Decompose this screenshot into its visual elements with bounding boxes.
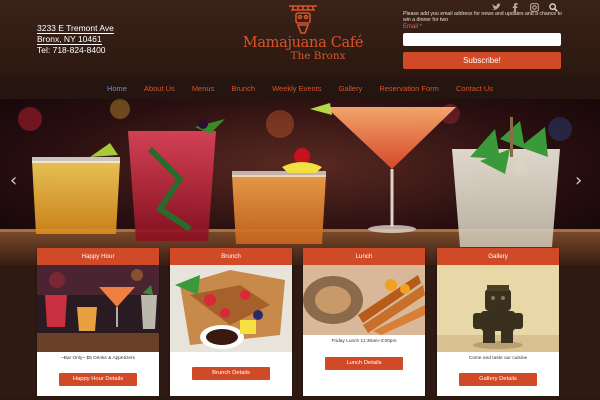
main-nav: Home About Us Menus Brunch Weekly Events… xyxy=(0,77,600,99)
hero-slider[interactable]: ‹ › xyxy=(0,99,600,265)
card-title: Happy Hour xyxy=(37,248,159,265)
subscribe-button[interactable]: Subscribe! xyxy=(403,52,561,69)
nav-reservation-form[interactable]: Reservation Form xyxy=(371,84,448,93)
nav-weekly-events[interactable]: Weekly Events xyxy=(264,84,330,93)
nav-brunch[interactable]: Brunch xyxy=(223,84,264,93)
nav-home[interactable]: Home xyxy=(98,84,135,93)
card-gallery: Gallery Come and taste our cuisine Galle… xyxy=(437,248,559,396)
email-field[interactable] xyxy=(403,33,561,46)
hero-cocktails-image xyxy=(0,99,600,265)
street-address[interactable]: 3233 E Tremont Ave xyxy=(37,24,114,34)
nav-about-us[interactable]: About Us xyxy=(135,84,183,93)
gallery-image xyxy=(437,265,559,352)
brunch-details-button[interactable]: Brunch Details xyxy=(192,367,270,380)
slider-prev-arrow[interactable]: ‹ xyxy=(10,170,17,191)
card-text xyxy=(170,352,292,366)
phone-number[interactable]: Tel: 718-824-8400 xyxy=(37,45,114,56)
happy-hour-details-button[interactable]: Happy Hour Details xyxy=(59,373,137,386)
nav-menus[interactable]: Menus xyxy=(183,84,223,93)
card-brunch: Brunch Brunch Details xyxy=(170,248,292,396)
card-title: Lunch xyxy=(303,248,425,265)
lunch-image xyxy=(303,265,425,335)
site-header: 3233 E Tremont Ave Bronx, NY 10461 Tel: … xyxy=(0,0,600,77)
gallery-details-button[interactable]: Gallery Details xyxy=(459,373,537,386)
card-text: Come and taste our cuisine xyxy=(468,356,528,361)
nav-contact-us[interactable]: Contact Us xyxy=(447,84,501,93)
brand-name: Mamajuana Café xyxy=(242,35,364,51)
site-logo[interactable]: Mamajuana Café The Bronx xyxy=(228,2,378,72)
card-title: Gallery xyxy=(437,248,559,265)
city-address[interactable]: Bronx, NY 10461 xyxy=(37,35,102,45)
lunch-details-button[interactable]: Lunch Details xyxy=(325,357,403,370)
card-text: ~Bar Only~ $5 Drinks & Appetizers xyxy=(60,356,136,361)
happy-hour-image xyxy=(37,265,159,352)
card-text: Friday Lunch 11:30am-3:00pm xyxy=(331,339,397,344)
footer-strip xyxy=(0,396,600,400)
logo-emblem-icon xyxy=(289,5,317,34)
card-title: Brunch xyxy=(170,248,292,265)
brand-location: The Bronx xyxy=(290,50,346,62)
email-label: Email * xyxy=(403,24,423,30)
card-happy-hour: Happy Hour ~Bar Only~ $5 Drinks & Appeti… xyxy=(37,248,159,396)
contact-info: 3233 E Tremont Ave Bronx, NY 10461 Tel: … xyxy=(37,23,114,56)
signup-prompt: Please add you email address for news an… xyxy=(403,11,562,24)
newsletter-signup: Please add you email address for news an… xyxy=(403,11,563,30)
brunch-image xyxy=(170,265,292,352)
slider-next-arrow[interactable]: › xyxy=(575,170,582,191)
feature-cards: Happy Hour ~Bar Only~ $5 Drinks & Appeti… xyxy=(0,248,600,400)
nav-gallery[interactable]: Gallery xyxy=(330,84,371,93)
card-lunch: Lunch Friday Lunch 11:30am-3:00pm Lunch … xyxy=(303,248,425,396)
